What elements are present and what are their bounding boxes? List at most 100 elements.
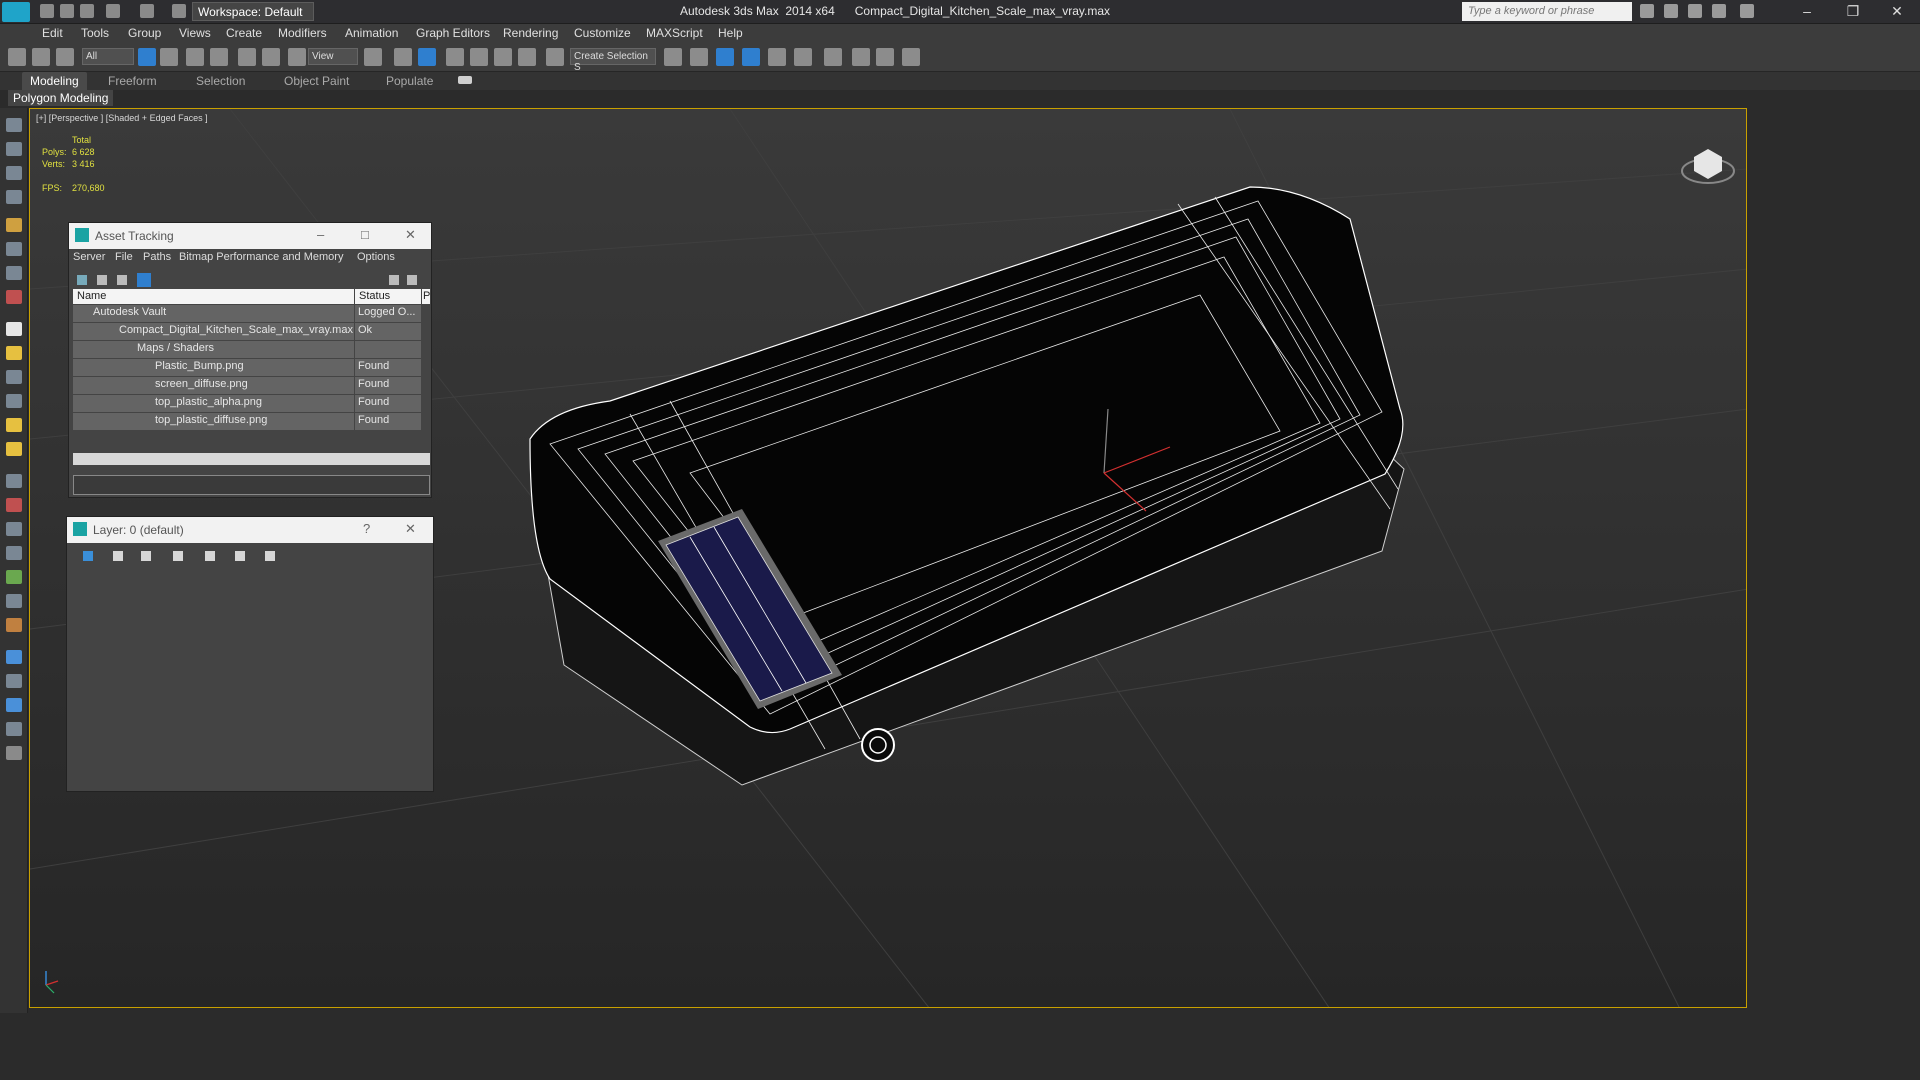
strip-tool-24-icon[interactable] [6,698,22,712]
favorites-star-icon[interactable] [1712,4,1726,18]
asset-row-name[interactable]: top_plastic_diffuse.png [73,413,354,430]
strip-tool-17-icon[interactable] [6,522,22,536]
highlight-selected-icon[interactable] [205,551,215,561]
freeze-all-icon[interactable] [265,551,275,561]
project-folder-icon[interactable] [172,4,186,18]
tree-icon[interactable] [117,275,127,285]
close-icon[interactable]: ✕ [405,227,416,243]
hide-all-icon[interactable] [235,551,245,561]
keyboard-shortcut-override-icon[interactable] [418,48,436,66]
tab-object-paint[interactable]: Object Paint [284,74,349,88]
strip-tool-8-icon[interactable] [6,290,22,304]
save-file-icon[interactable] [80,4,94,18]
rectangular-selection-icon[interactable] [186,48,204,66]
menu-file[interactable]: File [115,251,133,263]
menu-help[interactable]: Help [718,26,743,40]
curve-editor-icon[interactable] [794,48,812,66]
edit-named-selection-icon[interactable] [546,48,564,66]
menu-create[interactable]: Create [226,26,262,40]
close-icon[interactable]: ✕ [405,521,416,537]
settings-icon[interactable] [407,275,417,285]
menu-paths[interactable]: Paths [143,251,171,263]
percent-snap-icon[interactable] [494,48,512,66]
render-production-icon[interactable] [902,48,920,66]
ribbon-polygon-modeling-panel[interactable]: Polygon Modeling [8,90,114,106]
menu-bitmap-performance[interactable]: Bitmap Performance and Memory [179,251,343,263]
rotate-icon[interactable] [262,48,280,66]
delete-layer-icon[interactable] [113,551,123,561]
list-icon[interactable] [97,275,107,285]
link-icon[interactable] [8,48,26,66]
named-selection-dropdown[interactable]: Create Selection S [570,48,656,73]
menu-customize[interactable]: Customize [574,26,631,40]
reference-coordinate-dropdown[interactable]: View [308,48,358,65]
rendered-frame-window-icon[interactable] [876,48,894,66]
strip-tool-7-icon[interactable] [6,266,22,280]
asset-row-name[interactable]: Autodesk Vault [73,305,354,322]
strip-tool-19-icon[interactable] [6,570,22,584]
asset-row-name[interactable]: Compact_Digital_Kitchen_Scale_max_vray.m… [73,323,354,340]
redo-icon[interactable] [140,4,154,18]
column-path[interactable]: P [422,289,430,304]
strip-tool-4-icon[interactable] [6,190,22,204]
undo-icon[interactable] [106,4,120,18]
tab-freeform[interactable]: Freeform [108,74,157,88]
strip-tool-25-icon[interactable] [6,722,22,736]
menu-modifiers[interactable]: Modifiers [278,26,327,40]
strip-tool-1-icon[interactable] [6,118,22,132]
strip-tool-23-icon[interactable] [6,674,22,688]
binoculars-icon[interactable] [1640,4,1654,18]
spinner-snap-icon[interactable] [518,48,536,66]
strip-tool-9-icon[interactable] [6,322,22,336]
open-file-icon[interactable] [60,4,74,18]
ribbon-options-icon[interactable] [458,76,472,84]
material-editor-icon[interactable] [824,48,842,66]
menu-options[interactable]: Options [357,251,395,263]
align-icon[interactable] [690,48,708,66]
app-logo-icon[interactable] [2,2,30,22]
strip-tool-22-icon[interactable] [6,650,22,664]
strip-tool-13-icon[interactable] [6,418,22,432]
horizontal-scrollbar[interactable] [73,453,430,465]
column-name[interactable]: Name [73,289,354,304]
strip-tool-10-icon[interactable] [6,346,22,360]
bind-space-warp-icon[interactable] [56,48,74,66]
viewport-label[interactable]: [+] [Perspective ] [Shaded + Edged Faces… [36,113,208,123]
scene-explorer-icon[interactable] [716,48,734,66]
strip-tool-20-icon[interactable] [6,594,22,608]
asset-tracking-title[interactable]: Asset Tracking [69,223,431,249]
menu-animation[interactable]: Animation [345,26,398,40]
strip-tool-2-icon[interactable] [6,142,22,156]
strip-tool-14-icon[interactable] [6,442,22,456]
column-status[interactable]: Status [355,289,421,304]
add-selected-icon[interactable] [141,551,151,561]
angle-snap-icon[interactable] [470,48,488,66]
render-setup-icon[interactable] [852,48,870,66]
unlink-icon[interactable] [32,48,50,66]
strip-tool-16-icon[interactable] [6,498,22,512]
asset-row-name[interactable]: Plastic_Bump.png [73,359,354,376]
menu-tools[interactable]: Tools [81,26,109,40]
workspace-dropdown[interactable]: Workspace: Default [192,2,314,21]
mirror-icon[interactable] [664,48,682,66]
tab-modeling[interactable]: Modeling [22,72,87,90]
tab-selection[interactable]: Selection [196,74,245,88]
strip-tool-11-icon[interactable] [6,370,22,384]
strip-tool-15-icon[interactable] [6,474,22,488]
menu-server[interactable]: Server [73,251,105,263]
close-icon[interactable]: ✕ [1874,0,1920,24]
select-highlighted-icon[interactable] [173,551,183,561]
strip-tool-18-icon[interactable] [6,546,22,560]
subscription-icon[interactable] [1664,4,1678,18]
snaps-toggle-icon[interactable] [446,48,464,66]
add-layer-icon[interactable] [83,551,93,561]
minimize-icon[interactable]: – [1784,0,1830,24]
menu-rendering[interactable]: Rendering [503,26,558,40]
table-view-icon[interactable] [137,273,151,287]
help-icon[interactable] [389,275,399,285]
minimize-icon[interactable]: – [317,227,324,242]
help-icon[interactable]: ? [363,521,370,536]
strip-tool-21-icon[interactable] [6,618,22,632]
asset-row-name[interactable]: screen_diffuse.png [73,377,354,394]
search-input[interactable]: Type a keyword or phrase [1462,2,1632,21]
